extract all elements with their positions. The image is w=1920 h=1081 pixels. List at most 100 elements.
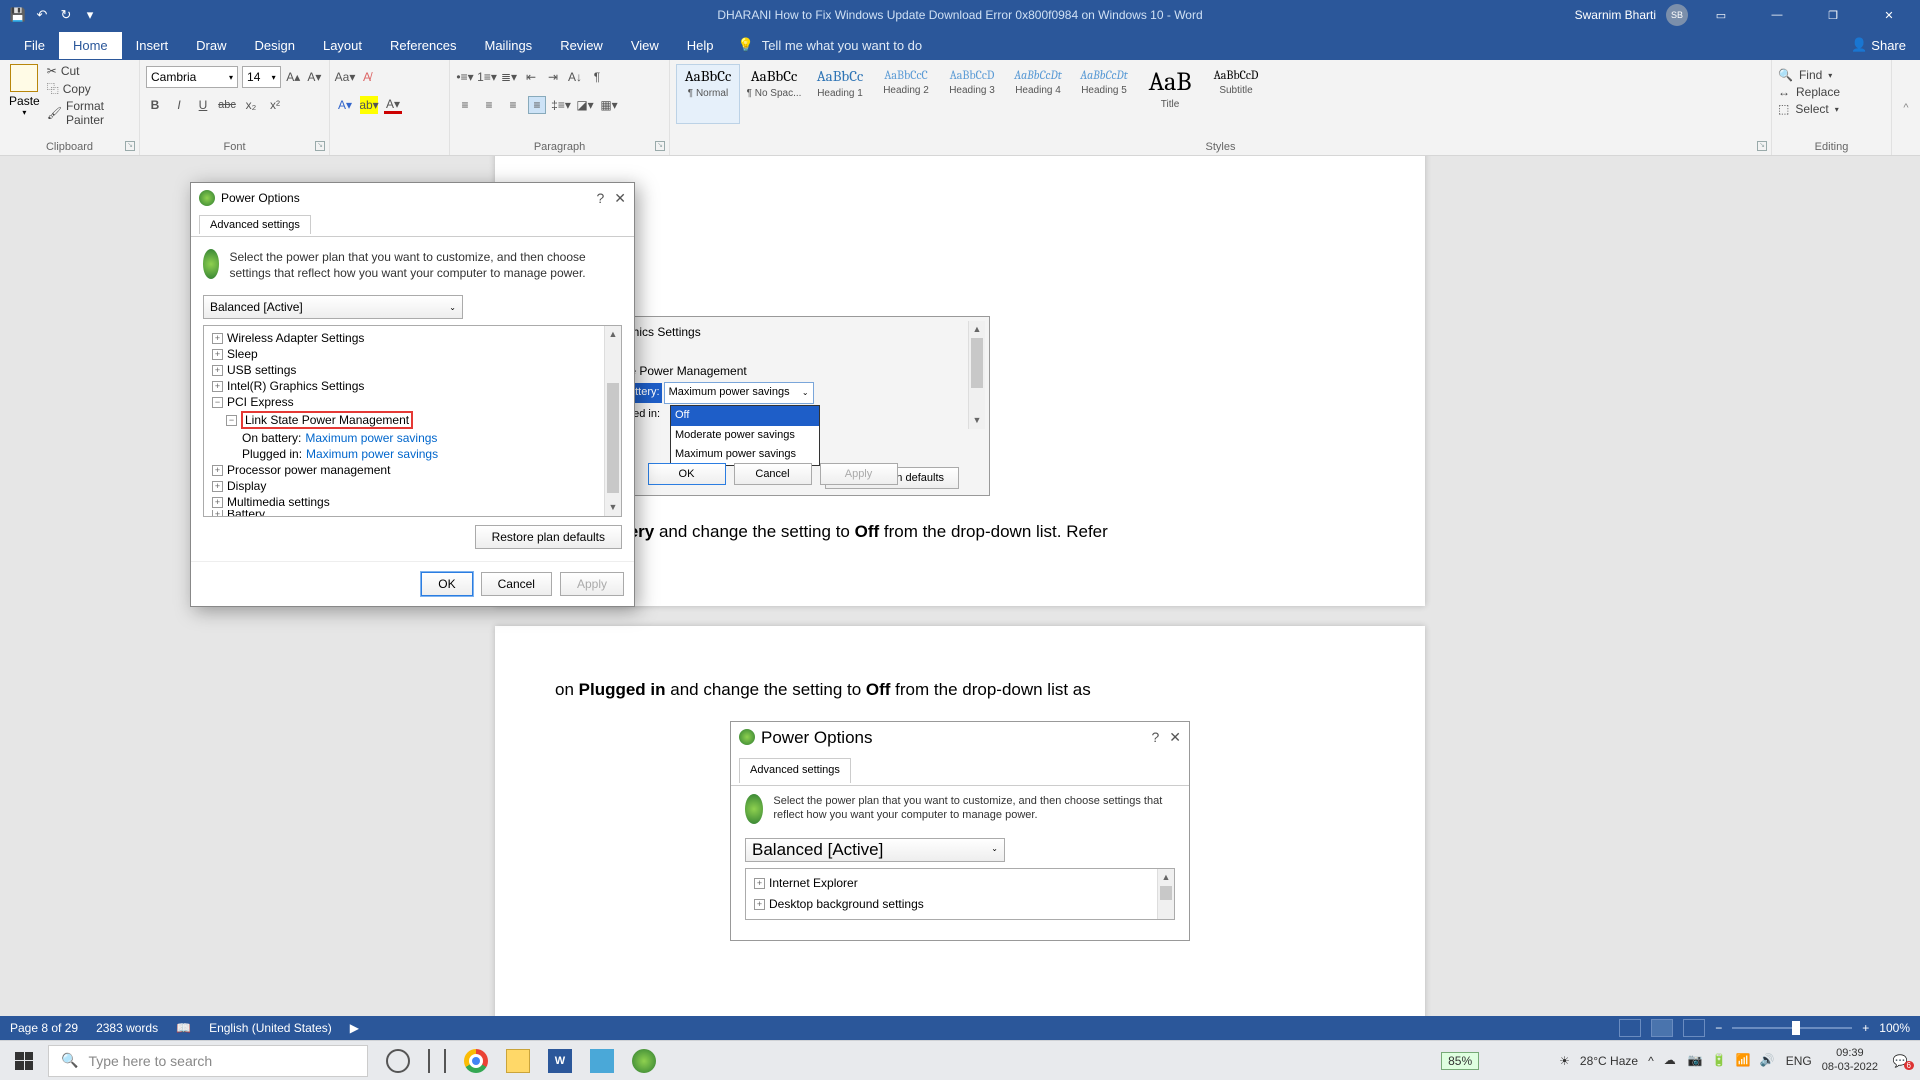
style-heading2[interactable]: AaBbCcCHeading 2 xyxy=(874,64,938,124)
wifi-icon[interactable]: 📶 xyxy=(1736,1053,1752,1069)
undo-icon[interactable]: ↶ xyxy=(34,7,50,23)
tab-help[interactable]: Help xyxy=(673,32,728,59)
zoom-slider[interactable] xyxy=(1732,1027,1852,1029)
dialog-tab-advanced[interactable]: Advanced settings xyxy=(199,215,311,234)
scroll-up-icon[interactable]: ▲ xyxy=(605,326,621,343)
style-subtitle[interactable]: AaBbCcDSubtitle xyxy=(1204,64,1268,124)
font-size-combo[interactable]: 14▾ xyxy=(242,66,281,88)
expand-icon[interactable]: + xyxy=(212,481,223,492)
align-left-icon[interactable]: ≡ xyxy=(456,96,474,114)
user-name[interactable]: Swarnim Bharti xyxy=(1575,8,1656,22)
style-title[interactable]: AaBTitle xyxy=(1138,64,1202,124)
show-marks-icon[interactable]: ¶ xyxy=(588,68,606,86)
start-button[interactable] xyxy=(0,1041,48,1081)
grow-font-icon[interactable]: A▴ xyxy=(285,68,302,86)
word-count[interactable]: 2383 words xyxy=(96,1021,158,1035)
paste-button[interactable]: Paste ▾ xyxy=(6,64,43,127)
chrome-icon[interactable] xyxy=(464,1049,488,1073)
expand-icon[interactable]: + xyxy=(212,349,223,360)
cut-button[interactable]: ✂Cut xyxy=(47,64,133,78)
scroll-thumb[interactable] xyxy=(607,383,619,493)
expand-icon[interactable]: + xyxy=(212,510,223,517)
tab-file[interactable]: File xyxy=(10,32,59,59)
file-explorer-icon[interactable] xyxy=(506,1049,530,1073)
cortana-icon[interactable] xyxy=(386,1049,410,1073)
tree-item[interactable]: −PCI Express xyxy=(208,394,617,410)
tree-scrollbar[interactable]: ▲ ▼ xyxy=(604,326,621,516)
zoom-out-button[interactable]: − xyxy=(1715,1021,1722,1035)
maximize-button[interactable]: ❐ xyxy=(1810,0,1856,30)
weather-text[interactable]: 28°C Haze xyxy=(1580,1054,1638,1068)
scroll-down-icon[interactable]: ▼ xyxy=(605,499,621,516)
dec-indent-icon[interactable]: ⇤ xyxy=(522,68,540,86)
format-painter-button[interactable]: 🖌Format Painter xyxy=(47,99,133,127)
clear-format-icon[interactable]: A̸ xyxy=(358,68,376,86)
font-color-icon[interactable]: A▾ xyxy=(384,96,402,114)
battery-widget[interactable]: 85% xyxy=(1441,1052,1479,1070)
taskbar-search[interactable]: 🔍 Type here to search xyxy=(48,1045,368,1077)
highlight-icon[interactable]: ab▾ xyxy=(360,96,378,114)
expand-icon[interactable]: + xyxy=(212,381,223,392)
borders-icon[interactable]: ▦▾ xyxy=(600,96,618,114)
copy-button[interactable]: ⿻Copy xyxy=(47,80,133,97)
language-indicator[interactable]: ENG xyxy=(1786,1054,1812,1068)
bullets-icon[interactable]: •≡▾ xyxy=(456,68,474,86)
tree-item[interactable]: +Multimedia settings xyxy=(208,494,617,510)
expand-icon[interactable]: − xyxy=(226,415,237,426)
change-case-icon[interactable]: Aa▾ xyxy=(336,68,354,86)
zoom-thumb[interactable] xyxy=(1792,1021,1800,1035)
minimize-button[interactable]: — xyxy=(1754,0,1800,30)
unknown-app-icon[interactable] xyxy=(590,1049,614,1073)
font-name-combo[interactable]: Cambria▾ xyxy=(146,66,238,88)
web-layout-icon[interactable] xyxy=(1683,1019,1705,1037)
select-button[interactable]: ⬚Select▾ xyxy=(1778,102,1885,116)
tree-item[interactable]: +Battery xyxy=(208,510,617,517)
dialog-titlebar[interactable]: Power Options ? ✕ xyxy=(191,183,634,213)
qat-more-icon[interactable]: ▾ xyxy=(82,7,98,23)
style-heading3[interactable]: AaBbCcDHeading 3 xyxy=(940,64,1004,124)
tell-me-search[interactable]: 💡 Tell me what you want to do xyxy=(738,37,923,53)
notifications-button[interactable]: 💬6 xyxy=(1888,1054,1912,1068)
settings-tree[interactable]: +Wireless Adapter Settings+Sleep+USB set… xyxy=(203,325,622,517)
text-effects-icon[interactable]: A▾ xyxy=(336,96,354,114)
tab-home[interactable]: Home xyxy=(59,32,122,59)
onedrive-icon[interactable]: ☁ xyxy=(1664,1053,1680,1069)
battery-icon[interactable]: 🔋 xyxy=(1712,1053,1728,1069)
multilevel-icon[interactable]: ≣▾ xyxy=(500,68,518,86)
line-spacing-icon[interactable]: ‡≡▾ xyxy=(552,96,570,114)
tree-item[interactable]: +Sleep xyxy=(208,346,617,362)
shrink-font-icon[interactable]: A▾ xyxy=(306,68,323,86)
restore-defaults-button[interactable]: Restore plan defaults xyxy=(475,525,622,549)
power-plan-select[interactable]: Balanced [Active] ⌄ xyxy=(203,295,463,319)
font-dialog-launcher[interactable]: ↘ xyxy=(315,141,325,151)
find-button[interactable]: 🔍Find▾ xyxy=(1778,68,1885,82)
inc-indent-icon[interactable]: ⇥ xyxy=(544,68,562,86)
tree-item[interactable]: +Processor power management xyxy=(208,462,617,478)
dialog-close-button[interactable]: ✕ xyxy=(614,190,626,207)
meet-now-icon[interactable]: 📷 xyxy=(1688,1053,1704,1069)
close-button[interactable]: ✕ xyxy=(1866,0,1912,30)
ok-button[interactable]: OK xyxy=(421,572,472,596)
clipboard-dialog-launcher[interactable]: ↘ xyxy=(125,141,135,151)
paragraph-dialog-launcher[interactable]: ↘ xyxy=(655,141,665,151)
shading-icon[interactable]: ◪▾ xyxy=(576,96,594,114)
numbering-icon[interactable]: 1≡▾ xyxy=(478,68,496,86)
tab-mailings[interactable]: Mailings xyxy=(471,32,547,59)
user-avatar[interactable]: SB xyxy=(1666,4,1688,26)
tree-item[interactable]: −Link State Power Management xyxy=(208,410,617,430)
style-normal[interactable]: AaBbCc¶ Normal xyxy=(676,64,740,124)
tab-layout[interactable]: Layout xyxy=(309,32,376,59)
tree-item[interactable]: Plugged in: Maximum power savings xyxy=(208,446,617,462)
tree-item[interactable]: +Display xyxy=(208,478,617,494)
print-layout-icon[interactable] xyxy=(1651,1019,1673,1037)
align-center-icon[interactable]: ≡ xyxy=(480,96,498,114)
dialog-help-button[interactable]: ? xyxy=(596,190,604,207)
tree-item[interactable]: +USB settings xyxy=(208,362,617,378)
tab-references[interactable]: References xyxy=(376,32,470,59)
align-right-icon[interactable]: ≡ xyxy=(504,96,522,114)
tab-design[interactable]: Design xyxy=(241,32,309,59)
clock[interactable]: 09:39 08-03-2022 xyxy=(1822,1047,1878,1073)
save-icon[interactable]: 💾 xyxy=(10,7,26,23)
spellcheck-icon[interactable]: 📖 xyxy=(176,1021,191,1035)
tree-item[interactable]: +Intel(R) Graphics Settings xyxy=(208,378,617,394)
